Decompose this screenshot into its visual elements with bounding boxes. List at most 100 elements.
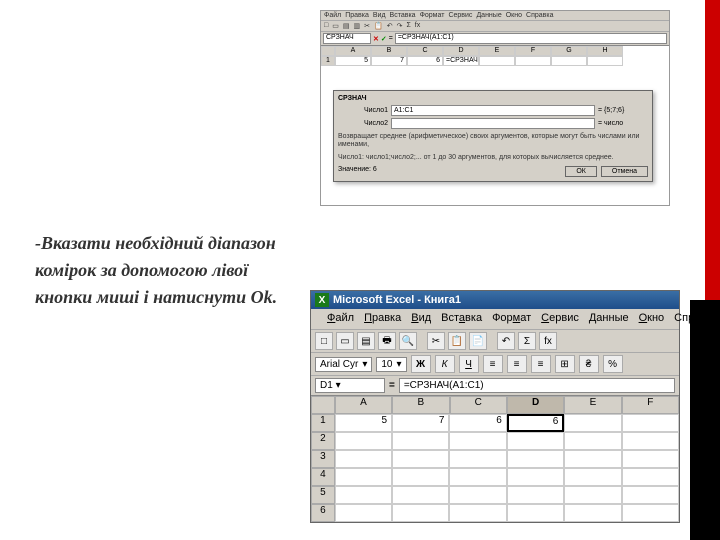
cell[interactable]: 7	[371, 56, 407, 66]
cell[interactable]	[392, 504, 449, 522]
corner-cell[interactable]	[321, 46, 335, 56]
cell[interactable]	[479, 56, 515, 66]
align-left-icon[interactable]: ≡	[483, 355, 503, 373]
menu-item[interactable]: Спра	[674, 312, 700, 326]
menu-item[interactable]: Файл	[327, 312, 354, 326]
toolbar-icon[interactable]: ✂	[364, 22, 370, 30]
cancel-button[interactable]: Отмена	[601, 166, 648, 177]
cell[interactable]	[622, 504, 679, 522]
toolbar-icon[interactable]: ▭	[332, 22, 339, 30]
menu-item[interactable]: Правка	[345, 12, 369, 19]
ok-button[interactable]: ОК	[565, 166, 597, 177]
save-icon[interactable]: ▤	[357, 332, 375, 350]
bold-button[interactable]: Ж	[411, 355, 431, 373]
cell[interactable]	[564, 504, 621, 522]
row-head[interactable]: 6	[311, 504, 335, 522]
align-center-icon[interactable]: ≡	[507, 355, 527, 373]
toolbar-icon[interactable]: Σ	[406, 22, 410, 30]
menu-item[interactable]: Файл	[324, 12, 341, 19]
cell[interactable]: 6	[407, 56, 443, 66]
cell[interactable]	[507, 468, 564, 486]
row-head[interactable]: 4	[311, 468, 335, 486]
col-head[interactable]: G	[551, 46, 587, 56]
active-cell[interactable]: 6	[507, 414, 564, 432]
toolbar-icon[interactable]: ↷	[397, 22, 403, 30]
cell[interactable]	[449, 504, 506, 522]
cell[interactable]	[335, 504, 392, 522]
menu-item[interactable]: Вид	[411, 312, 431, 326]
cell[interactable]: 7	[392, 414, 449, 432]
toolbar-icon[interactable]: ▥	[353, 22, 360, 30]
col-head[interactable]: B	[371, 46, 407, 56]
cell[interactable]	[551, 56, 587, 66]
cell[interactable]: =СРЗНАЧ(A1	[443, 56, 479, 66]
font-combo[interactable]: Arial Cyr▾	[315, 357, 372, 372]
col-head[interactable]: B	[392, 396, 449, 414]
row-head[interactable]: 2	[311, 432, 335, 450]
cell[interactable]	[564, 468, 621, 486]
row-head[interactable]: 5	[311, 486, 335, 504]
cell[interactable]	[622, 468, 679, 486]
cut-icon[interactable]: ✂	[427, 332, 445, 350]
toolbar-icon[interactable]: □	[324, 22, 328, 30]
formula-input[interactable]: =СРЗНАЧ(A1:C1)	[399, 378, 675, 393]
name-box[interactable]: D1 ▾	[315, 378, 385, 393]
copy-icon[interactable]: 📋	[448, 332, 466, 350]
cell[interactable]	[564, 486, 621, 504]
cell[interactable]	[507, 504, 564, 522]
cell[interactable]	[622, 414, 679, 432]
cancel-icon[interactable]: ✕	[373, 35, 379, 43]
cell[interactable]	[335, 450, 392, 468]
cell[interactable]	[335, 486, 392, 504]
col-head[interactable]: C	[450, 396, 507, 414]
italic-button[interactable]: К	[435, 355, 455, 373]
confirm-icon[interactable]: ✓	[381, 35, 387, 43]
cell[interactable]	[392, 486, 449, 504]
cell[interactable]	[622, 432, 679, 450]
row-head[interactable]: 3	[311, 450, 335, 468]
cell[interactable]	[449, 486, 506, 504]
paste-icon[interactable]: 📄	[469, 332, 487, 350]
spreadsheet-grid[interactable]: A B C D E F G H 1 5 7 6 =СРЗНАЧ(A1 СРЗНА…	[321, 45, 669, 205]
menu-item[interactable]: Данные	[589, 312, 629, 326]
cell[interactable]	[392, 432, 449, 450]
menu-item[interactable]: Вид	[373, 12, 386, 19]
toolbar-icon[interactable]: fx	[415, 22, 420, 30]
cell[interactable]	[564, 414, 621, 432]
param1-input[interactable]	[391, 105, 595, 116]
menu-item[interactable]: Справка	[526, 12, 553, 19]
open-icon[interactable]: ▭	[336, 332, 354, 350]
menu-item[interactable]: Окно	[639, 312, 665, 326]
cell[interactable]: 5	[335, 56, 371, 66]
select-all-corner[interactable]	[311, 396, 335, 414]
menu-item[interactable]: Правка	[364, 312, 401, 326]
preview-icon[interactable]: 🔍	[399, 332, 417, 350]
undo-icon[interactable]: ↶	[497, 332, 515, 350]
cell[interactable]	[622, 486, 679, 504]
cell[interactable]	[587, 56, 623, 66]
fx-icon[interactable]: fx	[539, 332, 557, 350]
merge-icon[interactable]: ⊞	[555, 355, 575, 373]
cell[interactable]	[564, 432, 621, 450]
formula-input[interactable]: =СРЗНАЧ(A1:C1)	[395, 33, 667, 44]
cell[interactable]	[449, 432, 506, 450]
col-head[interactable]: F	[515, 46, 551, 56]
cell[interactable]	[622, 450, 679, 468]
underline-button[interactable]: Ч	[459, 355, 479, 373]
menu-item[interactable]: Вставка	[441, 312, 482, 326]
size-combo[interactable]: 10▾	[376, 357, 406, 372]
col-head[interactable]: C	[407, 46, 443, 56]
toolbar-icon[interactable]: ↶	[387, 22, 393, 30]
col-head[interactable]: E	[564, 396, 621, 414]
name-box[interactable]: СРЗНАЧ	[323, 33, 371, 44]
menu-item[interactable]: Сервис	[448, 12, 472, 19]
col-head[interactable]: E	[479, 46, 515, 56]
cell[interactable]	[507, 486, 564, 504]
menu-item[interactable]: Формат	[492, 312, 531, 326]
menu-item[interactable]: Формат	[420, 12, 445, 19]
sum-icon[interactable]: Σ	[518, 332, 536, 350]
spreadsheet-grid[interactable]: A B C D E F 1 5 7 6 6 2 3 4 5 6	[311, 396, 679, 522]
menu-item[interactable]: Окно	[506, 12, 522, 19]
cell[interactable]	[392, 450, 449, 468]
param2-input[interactable]	[391, 118, 595, 129]
